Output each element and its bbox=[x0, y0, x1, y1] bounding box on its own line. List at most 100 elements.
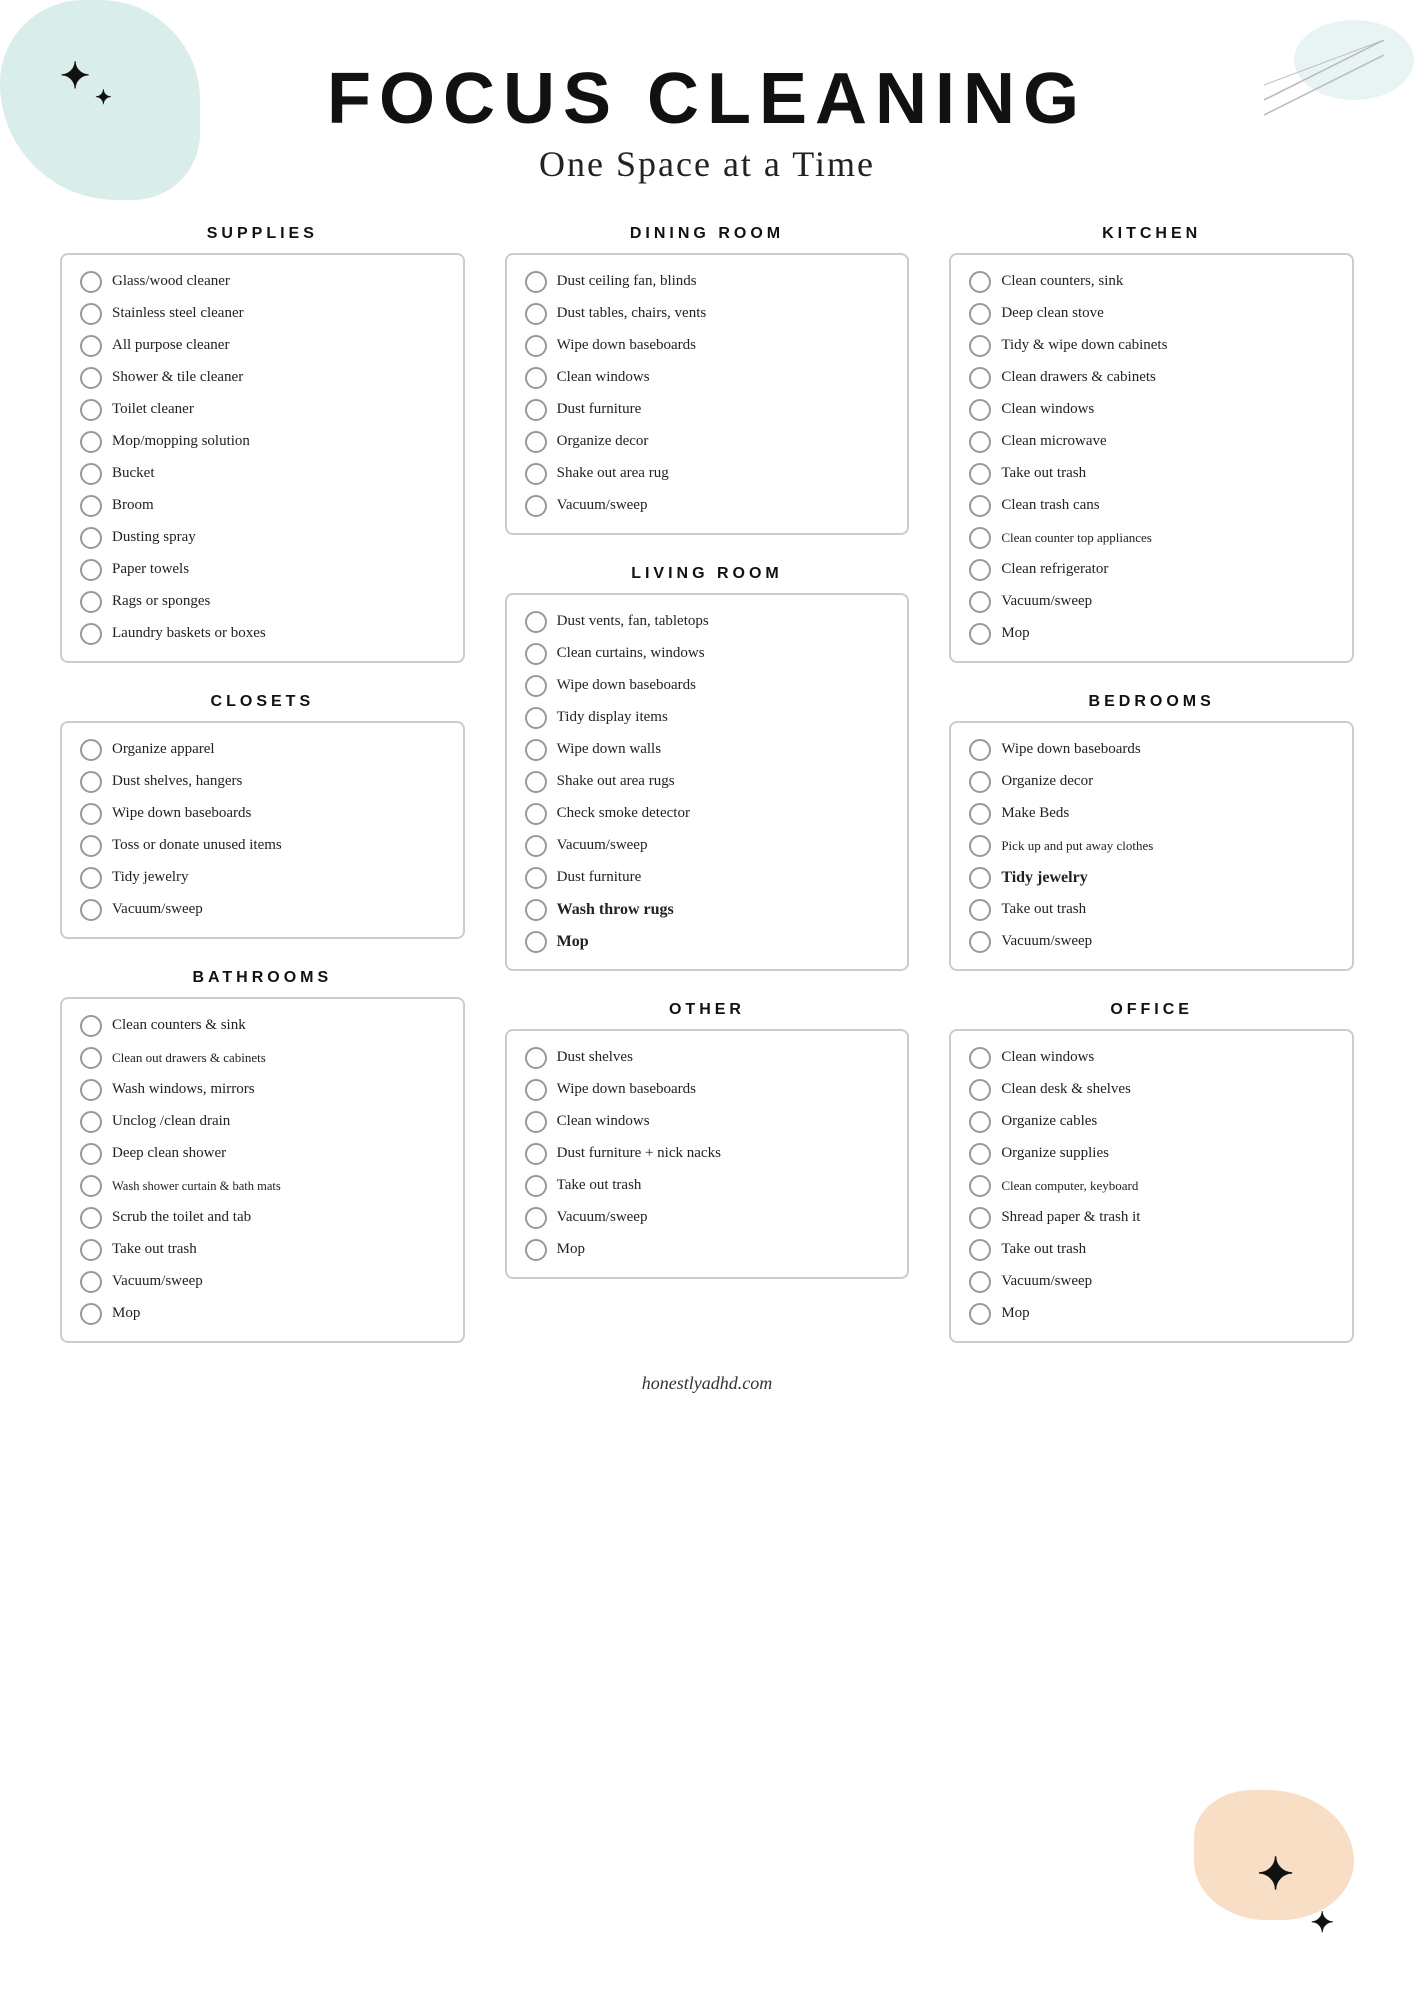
checkbox[interactable] bbox=[969, 1143, 991, 1165]
item-text: Clean counter top appliances bbox=[1001, 530, 1152, 547]
checkbox[interactable] bbox=[80, 1303, 102, 1325]
checkbox[interactable] bbox=[525, 675, 547, 697]
checkbox[interactable] bbox=[969, 931, 991, 953]
checkbox[interactable] bbox=[969, 739, 991, 761]
checkbox[interactable] bbox=[80, 591, 102, 613]
checkbox[interactable] bbox=[969, 335, 991, 357]
checkbox[interactable] bbox=[525, 803, 547, 825]
checkbox[interactable] bbox=[969, 527, 991, 549]
checkbox[interactable] bbox=[969, 771, 991, 793]
checkbox[interactable] bbox=[525, 1079, 547, 1101]
checkbox[interactable] bbox=[525, 495, 547, 517]
checkbox[interactable] bbox=[969, 559, 991, 581]
checkbox[interactable] bbox=[969, 867, 991, 889]
checkbox[interactable] bbox=[525, 1175, 547, 1197]
checkbox[interactable] bbox=[525, 1047, 547, 1069]
checkbox[interactable] bbox=[969, 399, 991, 421]
checkbox[interactable] bbox=[80, 771, 102, 793]
checkbox[interactable] bbox=[80, 431, 102, 453]
checkbox[interactable] bbox=[80, 303, 102, 325]
checkbox[interactable] bbox=[525, 431, 547, 453]
checkbox[interactable] bbox=[969, 835, 991, 857]
checkbox[interactable] bbox=[80, 835, 102, 857]
item-text: Broom bbox=[112, 496, 154, 516]
checkbox[interactable] bbox=[525, 707, 547, 729]
checkbox[interactable] bbox=[969, 271, 991, 293]
checkbox[interactable] bbox=[80, 1207, 102, 1229]
checkbox[interactable] bbox=[80, 495, 102, 517]
checkbox[interactable] bbox=[80, 1047, 102, 1069]
checkbox[interactable] bbox=[969, 1271, 991, 1293]
checkbox[interactable] bbox=[80, 527, 102, 549]
checkbox[interactable] bbox=[525, 611, 547, 633]
checkbox[interactable] bbox=[80, 623, 102, 645]
checkbox[interactable] bbox=[80, 1143, 102, 1165]
checkbox[interactable] bbox=[80, 399, 102, 421]
checkbox[interactable] bbox=[969, 1207, 991, 1229]
checkbox[interactable] bbox=[969, 463, 991, 485]
checkbox[interactable] bbox=[525, 1143, 547, 1165]
checkbox[interactable] bbox=[80, 1079, 102, 1101]
checkbox[interactable] bbox=[525, 1207, 547, 1229]
checkbox[interactable] bbox=[80, 1111, 102, 1133]
checkbox[interactable] bbox=[969, 431, 991, 453]
checkbox[interactable] bbox=[525, 899, 547, 921]
checkbox[interactable] bbox=[525, 303, 547, 325]
checkbox[interactable] bbox=[80, 803, 102, 825]
checkbox[interactable] bbox=[525, 463, 547, 485]
checkbox[interactable] bbox=[80, 867, 102, 889]
checkbox[interactable] bbox=[80, 899, 102, 921]
checkbox[interactable] bbox=[525, 367, 547, 389]
checkbox[interactable] bbox=[80, 367, 102, 389]
checkbox[interactable] bbox=[969, 623, 991, 645]
checklist-office: Clean windows Clean desk & shelves Organ… bbox=[949, 1029, 1354, 1343]
checkbox[interactable] bbox=[525, 643, 547, 665]
item-text: Organize supplies bbox=[1001, 1144, 1109, 1164]
checkbox[interactable] bbox=[969, 1303, 991, 1325]
checkbox[interactable] bbox=[80, 1271, 102, 1293]
checkbox[interactable] bbox=[80, 271, 102, 293]
item-text: Paper towels bbox=[112, 560, 189, 580]
list-item: Take out trash bbox=[969, 463, 1334, 485]
list-item: Toilet cleaner bbox=[80, 399, 445, 421]
item-text: Stainless steel cleaner bbox=[112, 304, 244, 324]
checkbox[interactable] bbox=[969, 899, 991, 921]
checkbox[interactable] bbox=[525, 335, 547, 357]
checkbox[interactable] bbox=[969, 591, 991, 613]
checkbox[interactable] bbox=[525, 1111, 547, 1133]
checkbox[interactable] bbox=[80, 1239, 102, 1261]
checkbox[interactable] bbox=[969, 495, 991, 517]
checkbox[interactable] bbox=[80, 1015, 102, 1037]
checkbox[interactable] bbox=[525, 399, 547, 421]
section-bedrooms: BEDROOMS Wipe down baseboards Organize d… bbox=[949, 693, 1354, 971]
checkbox[interactable] bbox=[80, 335, 102, 357]
list-item: Clean microwave bbox=[969, 431, 1334, 453]
checkbox[interactable] bbox=[969, 1175, 991, 1197]
checkbox[interactable] bbox=[969, 1047, 991, 1069]
checkbox[interactable] bbox=[969, 367, 991, 389]
checkbox[interactable] bbox=[969, 1079, 991, 1101]
list-item: Check smoke detector bbox=[525, 803, 890, 825]
checkbox[interactable] bbox=[525, 867, 547, 889]
checkbox[interactable] bbox=[80, 739, 102, 761]
checkbox[interactable] bbox=[80, 1175, 102, 1197]
checkbox[interactable] bbox=[525, 739, 547, 761]
checkbox[interactable] bbox=[525, 271, 547, 293]
item-text: Mop bbox=[1001, 624, 1029, 644]
checkbox[interactable] bbox=[969, 803, 991, 825]
item-text: Rags or sponges bbox=[112, 592, 210, 612]
list-item: Wipe down baseboards bbox=[525, 335, 890, 357]
checkbox[interactable] bbox=[525, 835, 547, 857]
item-text: Clean microwave bbox=[1001, 432, 1106, 452]
checkbox[interactable] bbox=[80, 559, 102, 581]
checkbox[interactable] bbox=[969, 1111, 991, 1133]
checkbox[interactable] bbox=[525, 931, 547, 953]
list-item: Tidy jewelry bbox=[80, 867, 445, 889]
checkbox[interactable] bbox=[969, 1239, 991, 1261]
list-item: Deep clean stove bbox=[969, 303, 1334, 325]
checkbox[interactable] bbox=[969, 303, 991, 325]
item-text: Make Beds bbox=[1001, 804, 1069, 824]
checkbox[interactable] bbox=[525, 1239, 547, 1261]
checkbox[interactable] bbox=[80, 463, 102, 485]
checkbox[interactable] bbox=[525, 771, 547, 793]
